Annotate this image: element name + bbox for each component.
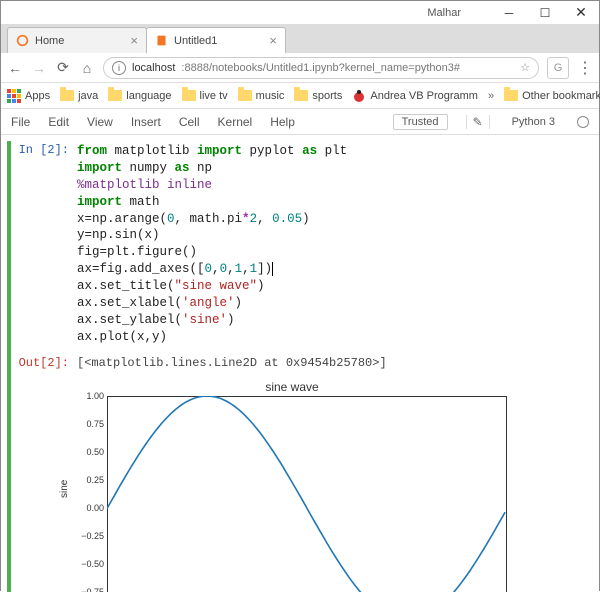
tab-title: Untitled1 [174, 35, 217, 47]
bookmark-label: live tv [200, 90, 228, 102]
menu-edit[interactable]: Edit [48, 115, 69, 129]
chart-svg [107, 396, 507, 592]
apps-icon [7, 89, 21, 103]
tab-title: Home [35, 35, 64, 47]
close-tab-icon[interactable]: × [130, 33, 138, 48]
apps-label: Apps [25, 90, 50, 102]
site-info-icon[interactable]: i [112, 61, 126, 75]
bookmark-label: music [256, 90, 285, 102]
window-user-label: Malhar [427, 7, 461, 19]
browser-tab-home[interactable]: Home × [7, 27, 147, 53]
bookmark-andrea[interactable]: Andrea VB Programm [352, 89, 478, 103]
trusted-badge[interactable]: Trusted [393, 114, 448, 130]
bookmark-label: sports [312, 90, 342, 102]
apps-button[interactable]: Apps [7, 89, 50, 103]
bookmark-label: Other bookmarks [522, 90, 600, 102]
chart-plot-area: sine −1.00−0.75−0.50−0.250.000.250.500.7… [107, 396, 507, 592]
jupyter-icon [16, 34, 29, 47]
url-host: localhost [132, 62, 175, 74]
bookmarks-bar: Apps java language live tv music sports … [1, 83, 599, 109]
code-editor[interactable]: from matplotlib import pyplot as plt imp… [77, 141, 589, 354]
kernel-status-icon [577, 116, 589, 128]
bookmark-label: Andrea VB Programm [370, 90, 478, 102]
window-close-button[interactable]: ✕ [563, 1, 599, 25]
chart-yticks: −1.00−0.75−0.50−0.250.000.250.500.751.00 [72, 396, 104, 592]
chart-ylabel: sine [59, 480, 70, 498]
home-button[interactable]: ⌂ [79, 60, 95, 76]
folder-icon [182, 90, 196, 101]
url-path: :8888/notebooks/Untitled1.ipynb?kernel_n… [181, 62, 460, 74]
forward-button[interactable]: → [31, 60, 47, 76]
browser-toolbar: ← → ⟳ ⌂ i localhost :8888/notebooks/Untit… [1, 53, 599, 83]
window-maximize-button[interactable]: ☐ [527, 1, 563, 25]
input-prompt: In [2]: [17, 141, 77, 354]
kernel-name[interactable]: Python 3 [508, 116, 559, 128]
folder-icon [238, 90, 252, 101]
notebook-menubar: File Edit View Insert Cell Kernel Help T… [1, 109, 599, 135]
close-tab-icon[interactable]: × [269, 33, 277, 48]
bookmark-label: language [126, 90, 171, 102]
notebook-icon [155, 34, 168, 47]
bookmark-folder-music[interactable]: music [238, 90, 285, 102]
other-bookmarks-button[interactable]: Other bookmarks [504, 90, 600, 102]
folder-icon [504, 90, 518, 101]
back-button[interactable]: ← [7, 60, 23, 76]
folder-icon [108, 90, 122, 101]
output-chart: sine wave sine −1.00−0.75−0.50−0.250.000… [77, 380, 507, 592]
google-search-button[interactable]: G [547, 57, 569, 79]
edit-mode-icon[interactable]: ✎ [466, 115, 490, 129]
bookmarks-overflow-button[interactable]: » [488, 90, 494, 102]
browser-tabbar: Home × Untitled1 × [1, 25, 599, 53]
window-titlebar: Malhar ─ ☐ ✕ [1, 1, 599, 25]
bookmark-star-icon[interactable]: ☆ [520, 61, 530, 74]
output-text: [<matplotlib.lines.Line2D at 0x9454b2578… [77, 354, 589, 380]
bookmark-folder-sports[interactable]: sports [294, 90, 342, 102]
output-prompt: Out[2]: [17, 354, 77, 380]
menu-help[interactable]: Help [270, 115, 295, 129]
ladybug-icon [352, 89, 366, 103]
browser-tab-notebook[interactable]: Untitled1 × [146, 27, 286, 53]
window-minimize-button[interactable]: ─ [491, 1, 527, 25]
bookmark-folder-java[interactable]: java [60, 90, 98, 102]
code-cell[interactable]: In [2]: from matplotlib import pyplot as… [7, 141, 589, 592]
address-bar[interactable]: i localhost :8888/notebooks/Untitled1.ipy… [103, 57, 539, 79]
folder-icon [294, 90, 308, 101]
bookmark-folder-livetv[interactable]: live tv [182, 90, 228, 102]
chart-title: sine wave [77, 380, 507, 394]
menu-kernel[interactable]: Kernel [218, 115, 253, 129]
menu-insert[interactable]: Insert [131, 115, 161, 129]
menu-file[interactable]: File [11, 115, 30, 129]
bookmark-folder-language[interactable]: language [108, 90, 171, 102]
folder-icon [60, 90, 74, 101]
notebook-area[interactable]: In [2]: from matplotlib import pyplot as… [1, 135, 599, 592]
browser-menu-button[interactable]: ⋮ [577, 58, 593, 78]
menu-cell[interactable]: Cell [179, 115, 200, 129]
reload-button[interactable]: ⟳ [55, 59, 71, 76]
bookmark-label: java [78, 90, 98, 102]
menu-view[interactable]: View [87, 115, 113, 129]
